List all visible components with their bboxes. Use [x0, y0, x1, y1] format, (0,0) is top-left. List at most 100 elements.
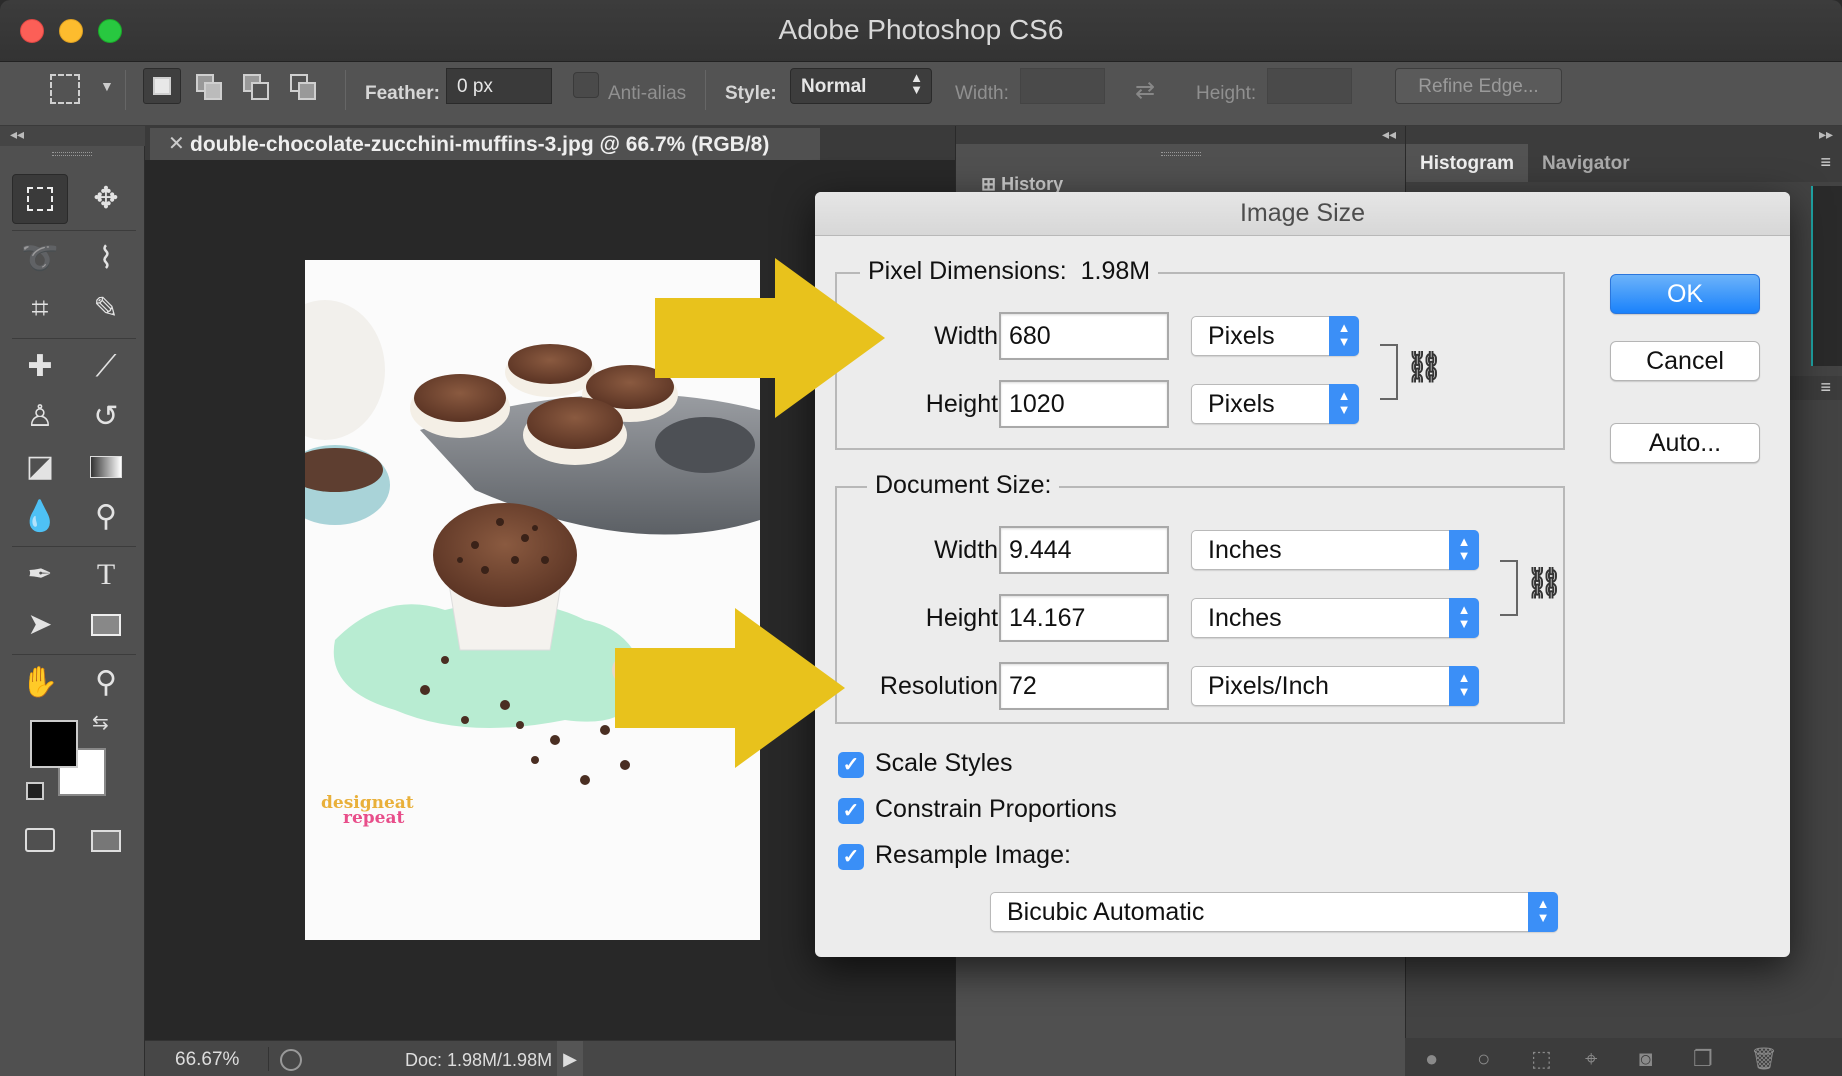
document-tab-title: double-chocolate-zucchini-muffins-3.jpg …	[190, 133, 770, 156]
rectangular-marquee-tool-icon[interactable]	[12, 174, 68, 224]
default-colors-icon[interactable]	[26, 782, 44, 800]
eyedropper-tool-icon[interactable]: ✎	[78, 284, 134, 334]
document-size-legend: Document Size:	[867, 471, 1060, 500]
cancel-button[interactable]: Cancel	[1610, 341, 1760, 381]
clone-stamp-tool-icon[interactable]: ♙	[12, 392, 68, 442]
screen-mode-icon[interactable]	[78, 816, 134, 866]
antialias-label: Anti-alias	[608, 83, 687, 104]
pen-tool-icon[interactable]: ✒	[12, 550, 68, 600]
annotation-arrow-top	[655, 258, 885, 418]
resample-image-checkbox[interactable]: ✓	[838, 844, 864, 870]
image-size-dialog: Image Size Pixel Dimensions: 1.98M Width…	[815, 192, 1790, 957]
link-bracket	[1500, 560, 1518, 616]
resample-method-select[interactable]: Bicubic Automatic ▲ ▼	[990, 892, 1558, 932]
height-label: Height:	[1196, 83, 1257, 104]
document-info[interactable]: Doc: 1.98M/1.98M	[405, 1050, 552, 1071]
resample-image-label: Resample Image:	[875, 841, 1071, 869]
pd-height-input[interactable]: 1020	[999, 380, 1169, 428]
preset-dropdown-icon[interactable]: ▼	[100, 78, 114, 94]
subtract-from-selection-mode-button[interactable]	[237, 68, 275, 104]
ds-height-label: Height:	[925, 604, 1005, 632]
rectangular-marquee-preset-icon[interactable]	[50, 74, 80, 104]
panel-tabs: Histogram Navigator ≡	[1406, 144, 1842, 182]
type-tool-icon[interactable]: T	[78, 550, 134, 600]
stroke-circle-icon[interactable]: ○	[1477, 1046, 1490, 1072]
ds-width-input[interactable]: 9.444	[999, 526, 1169, 574]
brush-tool-icon[interactable]: ⟋	[78, 342, 134, 392]
gradient-tool-icon[interactable]	[78, 442, 134, 492]
crop-tool-icon[interactable]: ⌗	[12, 284, 68, 334]
new-selection-mode-button[interactable]	[143, 68, 181, 104]
dialog-title: Image Size	[815, 192, 1790, 236]
quick-selection-tool-icon[interactable]: ⌇	[78, 234, 134, 284]
history-brush-tool-icon[interactable]: ↺	[78, 392, 134, 442]
options-bar: ▼ Feather: 0 px Anti-alias Style: Normal…	[0, 62, 1842, 126]
eraser-tool-icon[interactable]: ◪	[12, 442, 68, 492]
swap-colors-icon[interactable]: ⇆	[92, 710, 109, 735]
intersect-selection-mode-button[interactable]	[284, 68, 322, 104]
healing-brush-tool-icon[interactable]: ✚	[12, 342, 68, 392]
path-selection-tool-icon[interactable]: ➤	[12, 600, 68, 650]
resolution-input[interactable]: 72	[999, 662, 1169, 710]
selection-icon[interactable]: ⬚	[1531, 1046, 1552, 1072]
document-tab[interactable]: ✕ double-chocolate-zucchini-muffins-3.jp…	[150, 128, 820, 160]
ds-width-label: Width:	[934, 536, 1005, 564]
swap-width-height-icon[interactable]: ⇄	[1135, 76, 1155, 105]
rectangle-tool-icon[interactable]	[78, 600, 134, 650]
ds-height-input[interactable]: 14.167	[999, 594, 1169, 642]
collapse-toolbar-icon[interactable]: ◂◂	[0, 126, 145, 146]
width-input[interactable]	[1020, 68, 1105, 104]
refine-edge-button[interactable]: Refine Edge...	[1395, 68, 1562, 104]
title-bar: Adobe Photoshop CS6	[0, 0, 1842, 62]
style-select[interactable]: Normal ▲ ▼	[790, 68, 932, 104]
ok-button[interactable]: OK	[1610, 274, 1760, 314]
feather-input[interactable]: 0 px	[446, 68, 552, 104]
foreground-color-swatch[interactable]	[30, 720, 78, 768]
add-to-selection-mode-button[interactable]	[190, 68, 228, 104]
scale-styles-label: Scale Styles	[875, 749, 1013, 777]
chain-link-icon: ⛓	[1525, 567, 1564, 600]
zoom-level[interactable]: 66.67%	[175, 1049, 239, 1071]
hand-tool-icon[interactable]: ✋	[12, 658, 68, 708]
constrain-proportions-label: Constrain Proportions	[875, 795, 1117, 823]
pd-width-unit-select[interactable]: Pixels ▲ ▼	[1191, 316, 1359, 356]
zoom-tool-icon[interactable]: ⚲	[78, 658, 134, 708]
blur-tool-icon[interactable]: 💧	[12, 492, 68, 542]
lasso-tool-icon[interactable]: ➰	[12, 234, 68, 284]
chevron-updown-icon: ▲ ▼	[1528, 892, 1558, 932]
mask-icon[interactable]: ◙	[1639, 1046, 1652, 1072]
annotation-arrow-bottom	[615, 608, 845, 768]
chain-link-icon: ⛓	[1405, 351, 1444, 384]
ds-width-unit-select[interactable]: Inches ▲ ▼	[1191, 530, 1479, 570]
antialias-checkbox[interactable]	[573, 72, 599, 98]
dodge-tool-icon[interactable]: ⚲	[78, 492, 134, 542]
ds-height-unit-select[interactable]: Inches ▲ ▼	[1191, 598, 1479, 638]
panel-menu-icon-2[interactable]: ≡	[1820, 377, 1831, 398]
expand-panel-icon[interactable]: ▸▸	[1406, 126, 1842, 144]
auto-button[interactable]: Auto...	[1610, 423, 1760, 463]
play-arrow-icon[interactable]: ▶	[557, 1041, 583, 1076]
feather-label: Feather:	[365, 83, 440, 104]
timeline-icon[interactable]	[280, 1049, 302, 1071]
panel-menu-icon[interactable]: ≡	[1820, 152, 1831, 173]
history-icon: ⊞	[981, 174, 1002, 194]
close-tab-icon[interactable]: ✕	[168, 131, 185, 156]
chevron-updown-icon: ▲ ▼	[1329, 316, 1359, 356]
constrain-proportions-checkbox[interactable]: ✓	[838, 798, 864, 824]
quick-mask-icon[interactable]	[12, 816, 68, 866]
path-icon[interactable]: ⌖	[1585, 1046, 1597, 1072]
resolution-unit-select[interactable]: Pixels/Inch ▲ ▼	[1191, 666, 1479, 706]
pixel-dimensions-legend: Pixel Dimensions: 1.98M	[860, 257, 1159, 286]
fill-circle-icon[interactable]: ●	[1425, 1046, 1438, 1072]
tab-histogram[interactable]: Histogram	[1406, 144, 1528, 182]
pd-height-unit-select[interactable]: Pixels ▲ ▼	[1191, 384, 1359, 424]
trash-icon[interactable]: 🗑	[1750, 1046, 1778, 1072]
pd-width-label: Width:	[934, 322, 1005, 350]
move-tool-icon[interactable]: ✥	[78, 174, 134, 224]
new-item-icon[interactable]: ❐	[1693, 1046, 1713, 1072]
height-input[interactable]	[1267, 68, 1352, 104]
pd-width-input[interactable]: 680	[999, 312, 1169, 360]
tab-navigator[interactable]: Navigator	[1528, 144, 1644, 182]
collapse-panel-icon[interactable]: ◂◂	[956, 126, 1406, 144]
link-bracket	[1380, 344, 1398, 400]
